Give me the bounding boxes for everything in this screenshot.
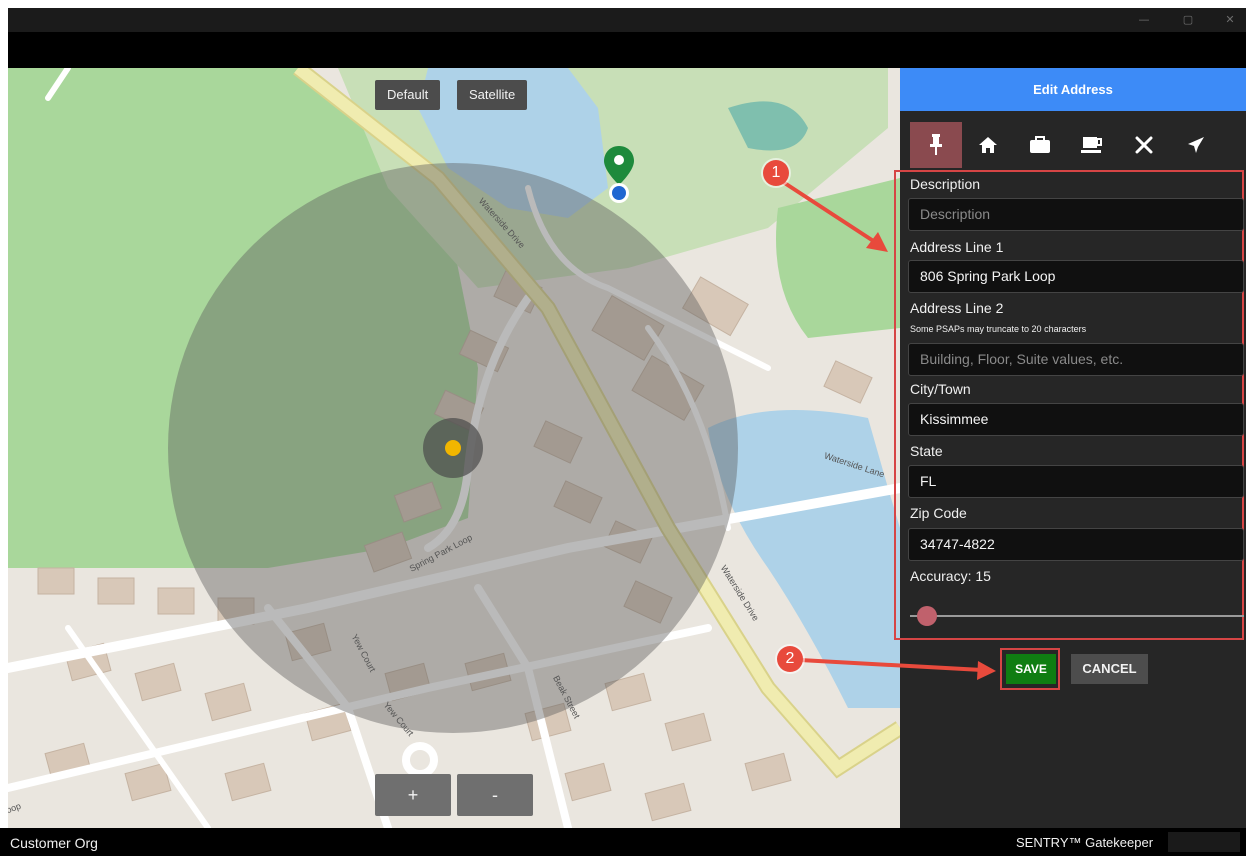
save-button[interactable]: SAVE bbox=[1006, 654, 1056, 684]
pin-icon bbox=[930, 134, 942, 155]
product-name: SENTRY™ Gatekeeper bbox=[1016, 835, 1154, 850]
briefcase-icon bbox=[1030, 136, 1050, 153]
city-field[interactable]: Kissimmee bbox=[908, 403, 1244, 436]
zip-label: Zip Code bbox=[910, 505, 967, 521]
toolbar-strip bbox=[8, 32, 1246, 68]
tab-work[interactable] bbox=[1014, 122, 1066, 168]
airplane-icon bbox=[1188, 137, 1204, 153]
city-label: City/Town bbox=[910, 381, 971, 397]
zoom-out-button[interactable]: - bbox=[457, 774, 533, 816]
org-name: Customer Org bbox=[10, 835, 98, 851]
tab-home[interactable] bbox=[962, 122, 1014, 168]
home-icon bbox=[979, 137, 997, 153]
redacted-block bbox=[1168, 832, 1240, 852]
title-bar: — ▢ ✕ bbox=[8, 8, 1246, 32]
minimize-icon[interactable]: — bbox=[1136, 12, 1152, 28]
address-line-2-label: Address Line 2 bbox=[910, 300, 1004, 316]
status-bar: Customer Org SENTRY™ Gatekeeper bbox=[0, 828, 1246, 856]
accuracy-slider-track[interactable] bbox=[910, 615, 1244, 617]
map-default-button[interactable]: Default bbox=[375, 80, 441, 110]
zip-field[interactable]: 34747-4822 bbox=[908, 528, 1244, 561]
coffee-icon bbox=[1081, 137, 1102, 153]
zoom-in-button[interactable]: + bbox=[375, 774, 451, 816]
tab-pin[interactable] bbox=[910, 122, 962, 168]
app-window: — ▢ ✕ Waterside Drive Waterside Drive Wa… bbox=[0, 0, 1246, 856]
tab-travel[interactable] bbox=[1170, 122, 1222, 168]
cancel-button[interactable]: CANCEL bbox=[1071, 654, 1148, 684]
description-field[interactable]: Description bbox=[908, 198, 1244, 231]
address-line-2-field[interactable]: Building, Floor, Suite values, etc. bbox=[908, 343, 1244, 376]
state-field[interactable]: FL bbox=[908, 465, 1244, 498]
maximize-icon[interactable]: ▢ bbox=[1180, 12, 1196, 28]
close-icon[interactable]: ✕ bbox=[1222, 12, 1238, 28]
address-line-1-field[interactable]: 806 Spring Park Loop bbox=[908, 260, 1244, 293]
annotation-badge-1: 1 bbox=[763, 160, 789, 186]
tab-cafe[interactable] bbox=[1066, 122, 1118, 168]
description-label: Description bbox=[910, 176, 981, 192]
state-label: State bbox=[910, 443, 943, 459]
tab-restaurant[interactable] bbox=[1118, 122, 1170, 168]
annotation-badge-2: 2 bbox=[777, 646, 803, 672]
accuracy-slider-thumb[interactable] bbox=[917, 606, 937, 626]
accuracy-label: Accuracy: 15 bbox=[910, 568, 991, 584]
map-satellite-button[interactable]: Satellite bbox=[457, 80, 528, 110]
utensils-icon bbox=[1135, 136, 1153, 154]
address-line-1-label: Address Line 1 bbox=[910, 239, 1004, 255]
panel-title: Edit Address bbox=[900, 68, 1246, 111]
address-line-2-hint: Some PSAPs may truncate to 20 characters bbox=[910, 324, 1087, 334]
